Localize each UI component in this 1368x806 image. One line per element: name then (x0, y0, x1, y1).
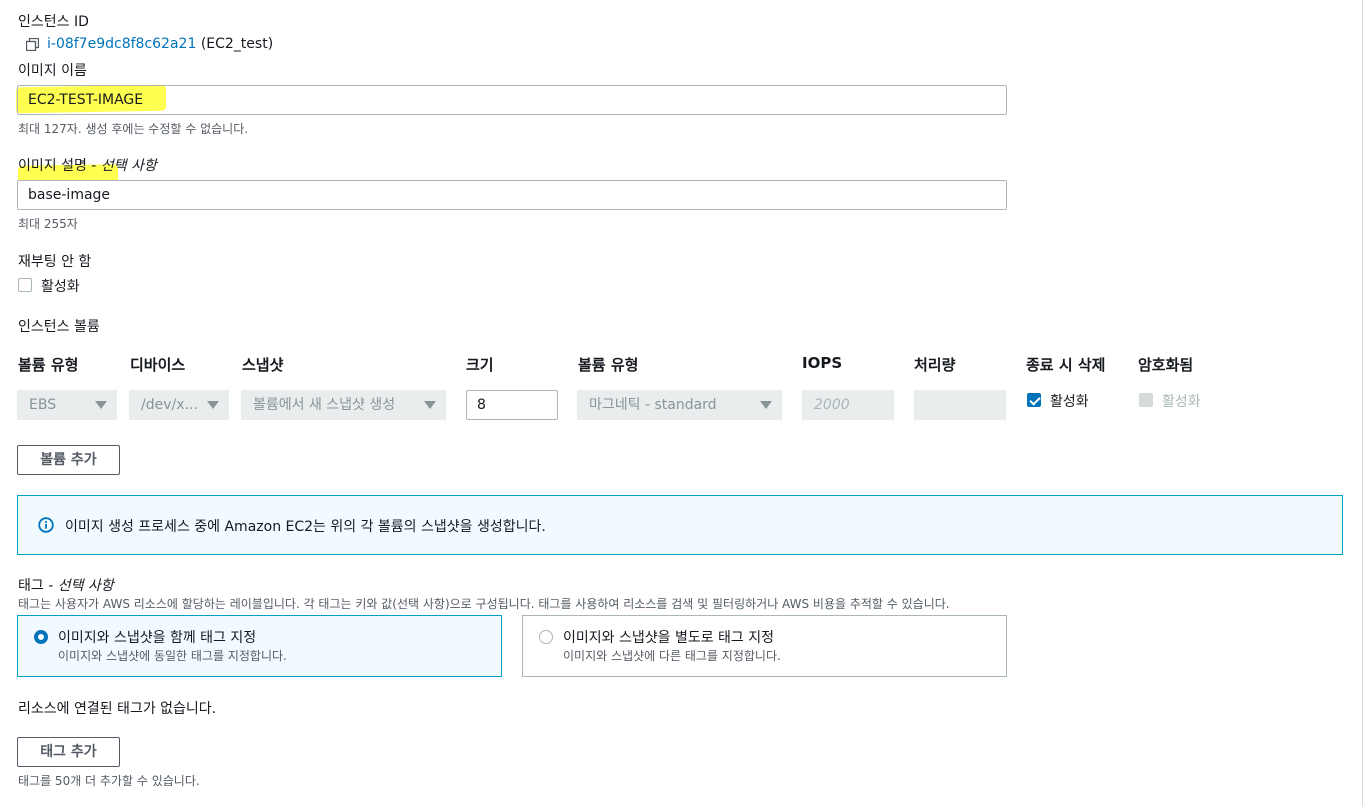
tags-description: 태그는 사용자가 AWS 리소스에 할당하는 레이블입니다. 각 태그는 키와 … (18, 597, 950, 611)
no-tags-text: 리소스에 연결된 태그가 없습니다. (18, 701, 217, 717)
info-alert-text: 이미지 생성 프로세스 중에 Amazon EC2는 위의 각 볼륨의 스냅샷을… (65, 519, 546, 535)
throughput-input[interactable] (914, 390, 1006, 420)
snapshot-select[interactable]: 볼륨에서 새 스냅샷 생성 (241, 390, 446, 420)
iops-input[interactable]: 2000 (802, 390, 894, 420)
image-name-input[interactable]: EC2-TEST-IMAGE (17, 85, 1007, 115)
tag-together-radio[interactable] (34, 630, 48, 644)
no-reboot-checkbox-label[interactable]: 활성화 (41, 276, 80, 296)
tag-separate-desc: 이미지와 스냅샷에 다른 태그를 지정합니다. (563, 649, 781, 663)
copy-icon[interactable] (25, 37, 40, 52)
volume-type-select[interactable]: EBS (17, 390, 117, 420)
col-ebs-volume-type: 볼륨 유형 (578, 356, 639, 374)
col-iops: IOPS (802, 354, 843, 372)
tag-separate-radio[interactable] (539, 630, 553, 644)
col-delete-on-termination: 종료 시 삭제 (1026, 356, 1106, 374)
instance-volumes-label: 인스턴스 볼륨 (18, 319, 100, 335)
col-throughput: 처리량 (914, 356, 956, 374)
encrypted-checkbox[interactable] (1139, 393, 1153, 407)
scroll-divider (1362, 0, 1363, 806)
delete-on-termination-label[interactable]: 활성화 (1050, 391, 1089, 411)
tag-together-desc: 이미지와 스냅샷에 동일한 태그를 지정합니다. (58, 649, 287, 663)
tags-label: 태그 - 선택 사항 (18, 578, 114, 594)
add-tag-button[interactable]: 태그 추가 (17, 737, 120, 767)
col-encrypted: 암호화됨 (1138, 356, 1194, 374)
instance-id-link[interactable]: i-08f7e9dc8f8c62a21 (47, 36, 196, 52)
tag-separate-option[interactable]: 이미지와 스냅샷을 별도로 태그 지정 이미지와 스냅샷에 다른 태그를 지정합… (522, 615, 1007, 677)
info-alert: 이미지 생성 프로세스 중에 Amazon EC2는 위의 각 볼륨의 스냅샷을… (17, 495, 1343, 555)
image-name-hint: 최대 127자. 생성 후에는 수정할 수 없습니다. (18, 122, 249, 136)
col-size: 크기 (466, 356, 494, 374)
image-desc-label: 이미지 설명 - 선택 사항 (18, 158, 157, 174)
caret-down-icon (95, 401, 107, 409)
tag-separate-title: 이미지와 스냅샷을 별도로 태그 지정 (563, 630, 774, 646)
caret-down-icon (760, 401, 772, 409)
tag-limit-hint: 태그를 50개 더 추가할 수 있습니다. (18, 774, 200, 788)
image-desc-input[interactable]: base-image (17, 180, 1007, 210)
image-name-label: 이미지 이름 (18, 63, 87, 79)
instance-id-label: 인스턴스 ID (18, 14, 89, 30)
size-input[interactable]: 8 (466, 390, 558, 420)
add-volume-button[interactable]: 볼륨 추가 (17, 445, 120, 475)
no-reboot-label: 재부팅 안 함 (18, 254, 92, 270)
caret-down-icon (424, 401, 436, 409)
caret-down-icon (207, 401, 219, 409)
device-select[interactable]: /dev/x... (129, 390, 229, 420)
tag-together-title: 이미지와 스냅샷을 함께 태그 지정 (58, 630, 257, 646)
col-volume-type: 볼륨 유형 (18, 356, 79, 374)
ebs-volume-type-select[interactable]: 마그네틱 - standard (577, 390, 782, 420)
tag-together-option[interactable]: 이미지와 스냅샷을 함께 태그 지정 이미지와 스냅샷에 동일한 태그를 지정합… (17, 615, 502, 677)
col-snapshot: 스냅샷 (242, 356, 284, 374)
encrypted-label: 활성화 (1162, 394, 1201, 410)
no-reboot-checkbox[interactable] (18, 278, 32, 292)
delete-on-termination-checkbox[interactable] (1027, 393, 1041, 407)
col-device: 디바이스 (130, 356, 186, 374)
info-icon (38, 517, 54, 533)
instance-name: (EC2_test) (200, 36, 274, 52)
image-desc-hint: 최대 255자 (18, 217, 78, 231)
